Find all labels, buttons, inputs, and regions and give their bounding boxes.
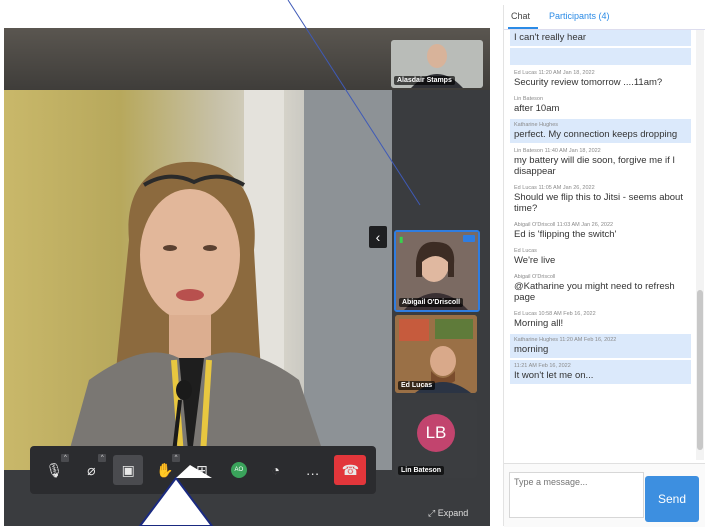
chat-message: [510, 48, 691, 65]
chat-message: 11:21 AM Feb 16, 2022 It won't let me on.…: [510, 360, 691, 384]
message-input[interactable]: [509, 472, 644, 518]
message-meta: Ed Lucas 11:20 AM Jan 18, 2022: [514, 70, 595, 76]
message-list: I can't really hear Ed Lucas 11:20 AM Jan…: [510, 30, 691, 460]
chat-message: I can't really hear: [510, 30, 691, 46]
message-text: Morning all!: [514, 318, 564, 329]
chat-panel: Chat Participants (4) I can't really hea…: [503, 5, 705, 527]
tab-participants[interactable]: Participants (4): [549, 11, 610, 21]
message-meta: Katharine Hughes 11:20 AM Feb 16, 2022: [514, 337, 617, 343]
message-meta: 11:21 AM Feb 16, 2022: [514, 363, 571, 369]
chat-message: Abigail O'Driscoll 11:03 AM Jan 26, 2022…: [510, 219, 691, 243]
message-text: Should we flip this to Jitsi - seems abo…: [514, 192, 683, 214]
message-text: @Katharine you might need to refresh pag…: [514, 281, 675, 303]
message-text: my battery will die soon, forgive me if …: [514, 155, 676, 177]
annotation-arrow: [138, 476, 214, 526]
active-tab-indicator: [508, 27, 538, 29]
chat-message: Ed Lucas 11:05 AM Jan 26, 2022 Should we …: [510, 182, 691, 217]
message-composer: Send: [504, 463, 705, 527]
chat-scrollbar[interactable]: [696, 30, 704, 460]
chat-message: Lin Bateson 11:40 AM Jan 18, 2022 my batt…: [510, 145, 691, 180]
send-button[interactable]: Send: [645, 476, 699, 522]
annotation-line: [287, 0, 421, 206]
message-text: morning: [514, 344, 549, 355]
message-meta: Ed Lucas 11:05 AM Jan 26, 2022: [514, 185, 595, 191]
tab-chat[interactable]: Chat: [511, 11, 530, 21]
message-text: We're live: [514, 255, 556, 266]
message-meta: Lin Bateson 11:40 AM Jan 18, 2022: [514, 148, 601, 154]
chat-message: Ed Lucas 10:58 AM Feb 16, 2022 Morning al…: [510, 308, 691, 332]
message-meta: Lin Bateson: [514, 96, 544, 102]
message-meta: Katharine Hughes: [514, 122, 559, 128]
message-text: Security review tomorrow ....11am?: [514, 77, 663, 88]
chat-message: Katharine Hughes perfect. My connection k…: [510, 119, 691, 143]
message-text: I can't really hear: [514, 32, 587, 43]
chat-message: Ed Lucas We're live: [510, 245, 691, 269]
chat-message: Abigail O'Driscoll @Katharine you might n…: [510, 271, 691, 306]
message-meta: Abigail O'Driscoll: [514, 274, 556, 280]
message-text: It won't let me on...: [514, 370, 594, 381]
message-text: perfect. My connection keeps dropping: [514, 129, 678, 140]
message-text: after 10am: [514, 103, 560, 114]
message-text: Ed is 'flipping the switch': [514, 229, 617, 240]
chat-message: Lin Bateson after 10am: [510, 93, 691, 117]
annotation-arrow-head: [176, 465, 212, 478]
chat-tabs: Chat Participants (4): [504, 5, 705, 30]
message-meta: Abigail O'Driscoll 11:03 AM Jan 26, 2022: [514, 222, 614, 228]
chat-message: Ed Lucas 11:20 AM Jan 18, 2022 Security r…: [510, 67, 691, 91]
scrollbar-thumb[interactable]: [697, 290, 703, 450]
message-meta: Ed Lucas: [514, 248, 537, 254]
chat-message: Katharine Hughes 11:20 AM Feb 16, 2022 mo…: [510, 334, 691, 358]
message-meta: Ed Lucas 10:58 AM Feb 16, 2022: [514, 311, 596, 317]
